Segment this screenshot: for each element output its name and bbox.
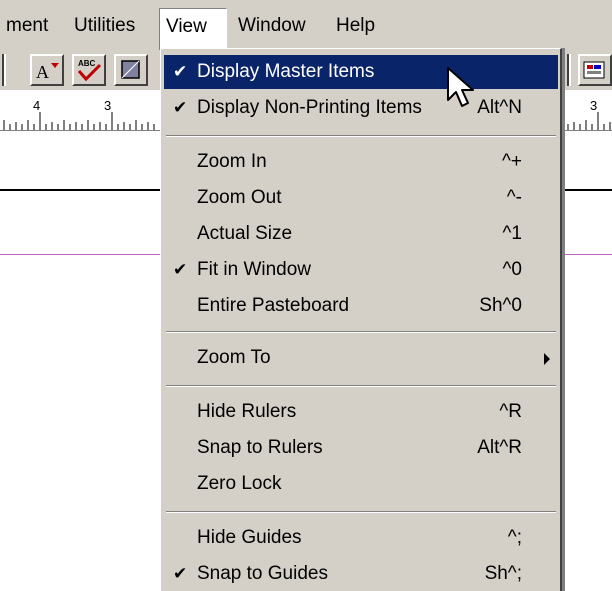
- menu-bar: ment Utilities View Window Help: [0, 0, 612, 51]
- menu-item-shortcut: ^0: [502, 259, 522, 280]
- menu-item-shortcut: ^-: [506, 187, 522, 208]
- menu-item-shortcut: Alt^N: [477, 97, 522, 118]
- menu-item-shortcut: Sh^0: [479, 295, 522, 316]
- menu-help[interactable]: Help: [330, 8, 381, 44]
- menu-utilities[interactable]: Utilities: [68, 8, 141, 44]
- font-size-button[interactable]: A: [30, 54, 64, 86]
- font-size-icon: A: [36, 62, 59, 81]
- menu-item-label: Zoom Out: [197, 187, 282, 208]
- menu-item-label: Hide Guides: [197, 527, 302, 548]
- menu-item-zoom-in[interactable]: Zoom In ^+: [164, 145, 558, 179]
- ruler-number: 3: [590, 98, 598, 113]
- menu-window[interactable]: Window: [232, 8, 312, 44]
- svg-text:ABC: ABC: [78, 59, 96, 68]
- menu-item-label: Entire Pasteboard: [197, 295, 350, 316]
- palette-icon: [583, 61, 605, 79]
- spell-check-icon: ABC: [77, 59, 102, 82]
- spell-check-button[interactable]: ABC: [72, 54, 106, 86]
- mouse-pointer-icon: [447, 67, 474, 107]
- menu-item-zoom-to[interactable]: Zoom To: [164, 341, 558, 375]
- checkmark-icon: ✔: [173, 98, 188, 117]
- menu-item-snap-to-guides[interactable]: ✔ Snap to Guides Sh^;: [164, 557, 558, 591]
- view-menu-dropdown: ✔ Display Master Items ✔ Display Non-Pri…: [160, 48, 562, 591]
- menu-item-snap-to-rulers[interactable]: Snap to Rulers Alt^R: [164, 431, 558, 465]
- menu-item-label: Zero Lock: [197, 473, 282, 494]
- menu-item-shortcut: Sh^;: [484, 563, 522, 584]
- menu-item-shortcut: ^R: [499, 401, 522, 422]
- menu-view[interactable]: View: [159, 8, 227, 50]
- menu-item-zero-lock[interactable]: Zero Lock: [164, 467, 558, 501]
- menu-item-label: Hide Rulers: [197, 401, 297, 422]
- menu-item-entire-pasteboard[interactable]: Entire Pasteboard Sh^0: [164, 289, 558, 323]
- frame-tool-button[interactable]: [114, 54, 148, 86]
- ruler-number: 3: [104, 98, 112, 113]
- menu-item-label: Snap to Rulers: [197, 437, 323, 458]
- menu-item-display-non-printing-items[interactable]: ✔ Display Non-Printing Items Alt^N: [164, 91, 558, 125]
- menu-item-label: Zoom To: [197, 347, 271, 368]
- checkmark-icon: ✔: [173, 260, 188, 279]
- svg-text:A: A: [36, 62, 49, 81]
- menu-item-label: Fit in Window: [197, 259, 312, 280]
- toolbar-separator: [567, 54, 571, 86]
- menu-separator: [166, 511, 556, 513]
- toolbar-separator: [2, 54, 6, 86]
- menu-item-label: Actual Size: [197, 223, 293, 244]
- menu-item-shortcut: ^1: [502, 223, 522, 244]
- menu-separator: [166, 135, 556, 137]
- menu-item-fit-in-window[interactable]: ✔ Fit in Window ^0: [164, 253, 558, 287]
- frame-icon: [121, 60, 140, 79]
- submenu-arrow-icon: [544, 353, 550, 365]
- menu-item-shortcut: Alt^R: [477, 437, 522, 458]
- menu-item-hide-guides[interactable]: Hide Guides ^;: [164, 521, 558, 555]
- menu-item-display-master-items[interactable]: ✔ Display Master Items: [164, 55, 558, 89]
- menu-separator: [166, 385, 556, 387]
- menu-item-shortcut: ^;: [507, 527, 522, 548]
- menu-item-shortcut: ^+: [501, 151, 522, 172]
- color-palette-button[interactable]: [578, 54, 612, 86]
- menu-item-label: Display Non-Printing Items: [197, 97, 422, 118]
- checkmark-icon: ✔: [173, 62, 188, 81]
- menu-item-zoom-out[interactable]: Zoom Out ^-: [164, 181, 558, 215]
- ruler-number: 4: [33, 98, 41, 113]
- menu-item-label: Zoom In: [197, 151, 267, 172]
- checkmark-icon: ✔: [173, 564, 188, 583]
- menu-item-actual-size[interactable]: Actual Size ^1: [164, 217, 558, 251]
- menu-separator: [166, 331, 556, 333]
- menu-item-label: Display Master Items: [197, 61, 375, 82]
- menu-document[interactable]: ment: [0, 8, 54, 44]
- menu-item-hide-rulers[interactable]: Hide Rulers ^R: [164, 395, 558, 429]
- menu-item-label: Snap to Guides: [197, 563, 328, 584]
